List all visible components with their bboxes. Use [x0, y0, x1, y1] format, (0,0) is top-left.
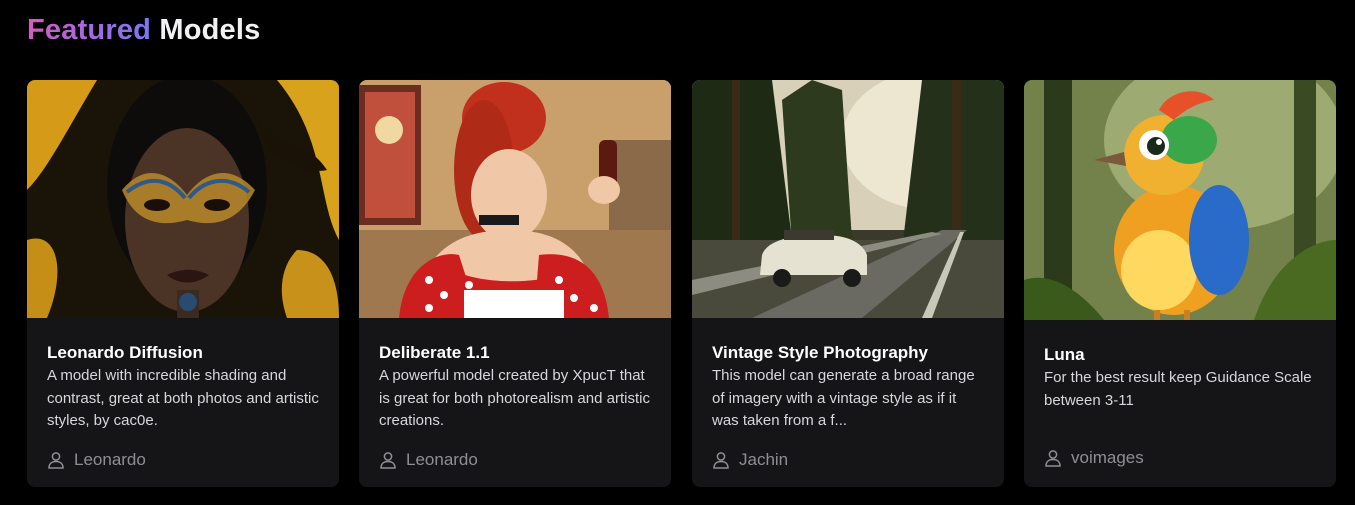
- user-icon: [47, 451, 65, 469]
- page-title: Featured Models: [27, 14, 260, 47]
- card-title: Deliberate 1.1: [379, 343, 490, 362]
- card-title: Vintage Style Photography: [712, 343, 929, 362]
- card-description: This model can generate a broad range of…: [712, 367, 975, 429]
- retro-pinup-image: [359, 80, 671, 318]
- model-card-leonardo-diffusion[interactable]: Leonardo Diffusion A model with incredib…: [27, 80, 339, 487]
- card-author-name: Leonardo: [406, 450, 478, 469]
- model-card-deliberate[interactable]: Deliberate 1.1 A powerful model created …: [359, 80, 671, 487]
- portrait-mask-image: [27, 80, 339, 318]
- user-icon: [1044, 449, 1062, 467]
- user-icon: [379, 451, 397, 469]
- card-author[interactable]: Leonardo: [47, 450, 146, 470]
- card-author-name: voimages: [1071, 448, 1144, 467]
- user-icon: [712, 451, 730, 469]
- card-author-name: Jachin: [739, 450, 789, 469]
- page-title-accent: Featured: [27, 14, 152, 46]
- card-author[interactable]: Leonardo: [379, 450, 478, 470]
- model-card-luna[interactable]: Luna For the best result keep Guidance S…: [1024, 80, 1336, 487]
- vintage-car-road-image: [692, 80, 1004, 318]
- card-title: Leonardo Diffusion: [47, 343, 203, 362]
- card-author-name: Leonardo: [74, 450, 146, 469]
- page-title-rest: Models: [159, 14, 261, 46]
- card-author[interactable]: Jachin: [712, 450, 788, 470]
- card-description: For the best result keep Guidance Scale …: [1044, 369, 1312, 409]
- card-description: A model with incredible shading and cont…: [47, 367, 319, 429]
- cartoon-bird-image: [1024, 80, 1336, 320]
- card-description: A powerful model created by XpucT that i…: [379, 367, 650, 429]
- card-author[interactable]: voimages: [1044, 448, 1144, 468]
- model-card-vintage-style-photography[interactable]: Vintage Style Photography This model can…: [692, 80, 1004, 487]
- card-title: Luna: [1044, 345, 1085, 364]
